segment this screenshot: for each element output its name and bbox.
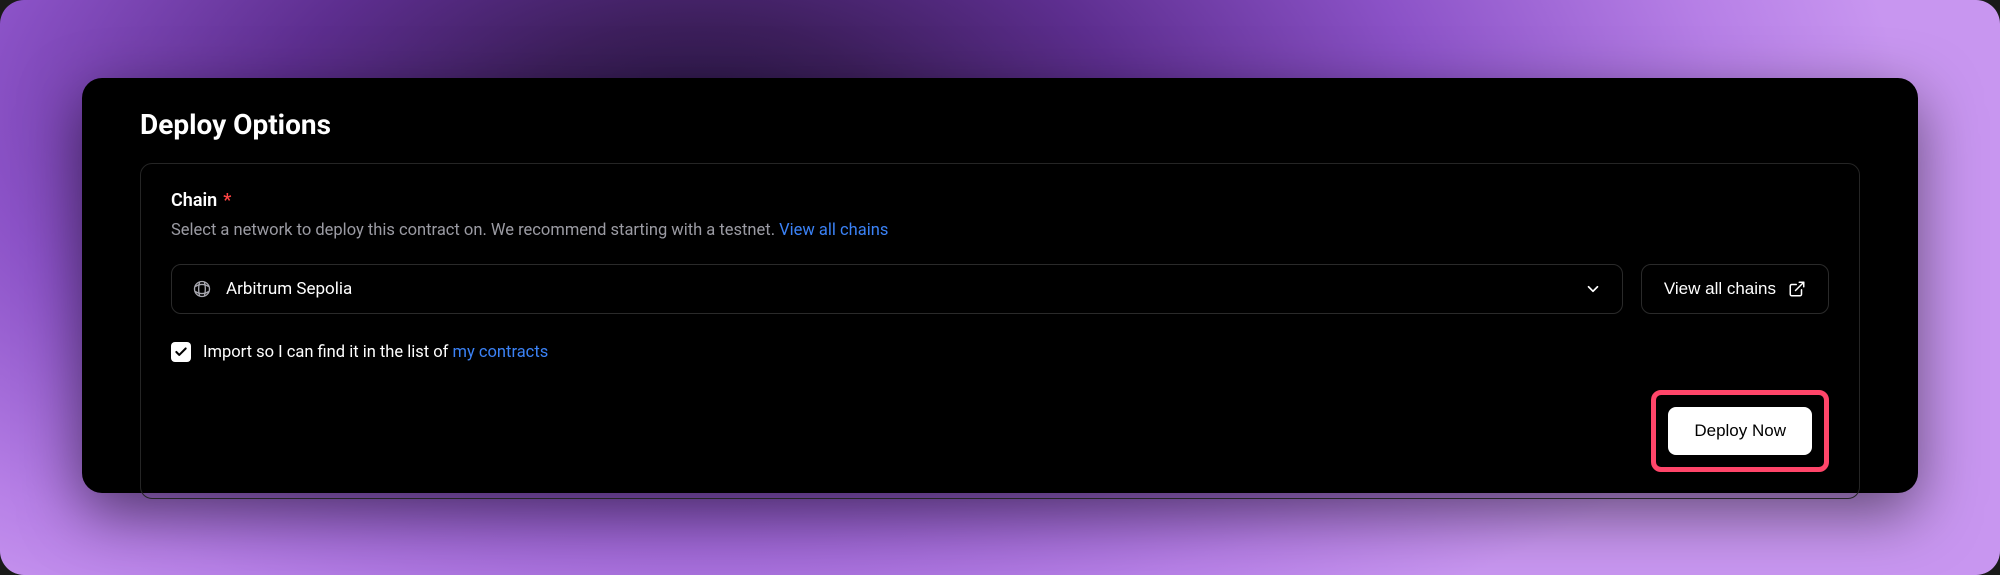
required-asterisk: * bbox=[223, 190, 231, 211]
deploy-row: Deploy Now bbox=[171, 390, 1829, 472]
chain-help-text: Select a network to deploy this contract… bbox=[171, 221, 779, 240]
import-checkbox-label: Import so I can find it in the list of m… bbox=[203, 343, 548, 362]
my-contracts-link[interactable]: my contracts bbox=[453, 343, 549, 362]
import-label-prefix: Import so I can find it in the list of bbox=[203, 343, 453, 362]
view-all-chains-link[interactable]: View all chains bbox=[779, 221, 888, 240]
external-link-icon bbox=[1788, 280, 1806, 298]
deploy-options-panel: Deploy Options Chain * Select a network … bbox=[82, 78, 1918, 493]
check-icon bbox=[174, 345, 188, 359]
view-all-chains-button[interactable]: View all chains bbox=[1641, 264, 1829, 314]
import-checkbox[interactable] bbox=[171, 342, 191, 362]
chain-field-help: Select a network to deploy this contract… bbox=[171, 219, 1829, 242]
chain-select-row: Arbitrum Sepolia View all chains bbox=[171, 264, 1829, 314]
field-label-row: Chain * bbox=[171, 190, 1829, 211]
chain-card: Chain * Select a network to deploy this … bbox=[140, 163, 1860, 499]
chain-select[interactable]: Arbitrum Sepolia bbox=[171, 264, 1623, 314]
import-checkbox-row: Import so I can find it in the list of m… bbox=[171, 342, 1829, 362]
chain-field-label: Chain bbox=[171, 190, 217, 211]
view-all-chains-button-label: View all chains bbox=[1664, 279, 1776, 299]
chain-selected-value: Arbitrum Sepolia bbox=[226, 279, 1570, 299]
gradient-background: Deploy Options Chain * Select a network … bbox=[0, 0, 2000, 575]
panel-title: Deploy Options bbox=[140, 108, 1860, 141]
deploy-highlight-box: Deploy Now bbox=[1651, 390, 1829, 472]
deploy-now-button[interactable]: Deploy Now bbox=[1668, 407, 1812, 455]
chevron-down-icon bbox=[1584, 280, 1602, 298]
network-icon bbox=[192, 279, 212, 299]
